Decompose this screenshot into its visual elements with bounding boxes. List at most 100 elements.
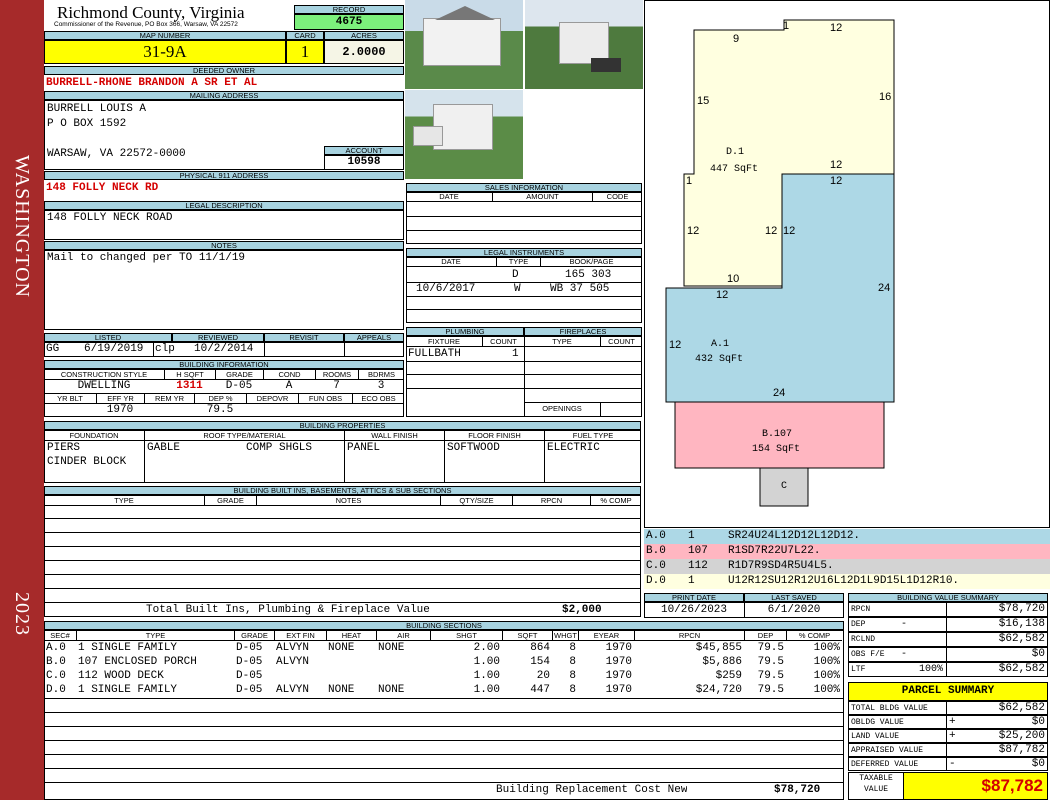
vector-cell: U12R12SU12R12U16L12D1L9D15L1D12R10. (728, 575, 960, 587)
bp-h-fuel: FUEL TYPE (544, 431, 641, 441)
sec-h: HEAT (326, 631, 376, 641)
mailing-label: MAILING ADDRESS (44, 91, 404, 100)
sec-cell: A.0 (46, 642, 66, 654)
dim: 12 (716, 289, 729, 301)
dim: 12 (830, 175, 843, 187)
vector-cell: 1 (688, 530, 695, 542)
sk-a1sq: 432 SqFt (695, 354, 744, 365)
listed-by: GG (46, 343, 60, 355)
properties-label: BUILDING PROPERTIES (44, 421, 641, 430)
bi-h-rooms: ROOMS (315, 370, 358, 380)
dim: 15 (697, 95, 710, 107)
sec-h: EYEAR (578, 631, 634, 641)
bi-sqft: 1311 (176, 380, 203, 392)
sec-cell: 1.00 (473, 684, 500, 696)
map-label: MAP NUMBER (44, 31, 286, 40)
sales-h-amount: AMOUNT (492, 192, 592, 202)
dim: 12 (687, 225, 700, 237)
parcel-summary-label: PARCEL SUMMARY (848, 682, 1048, 701)
value-summary-label: BUILDING VALUE SUMMARY (848, 593, 1048, 602)
dim: 12 (783, 225, 796, 237)
dim: 16 (879, 91, 892, 103)
vs-value: $62,582 (946, 663, 1048, 676)
appeals-label: APPEALS (344, 333, 404, 342)
commissioner: Commissioner of the Revenue, PO Box 366,… (54, 21, 238, 28)
bi-h-funobs: FUN OBS (298, 394, 352, 404)
bp-fuel: ELECTRIC (547, 442, 600, 454)
bi-h-grade: GRADE (215, 370, 263, 380)
reviewed-label: REVIEWED (172, 333, 264, 342)
legal-instr-label: LEGAL INSTRUMENTS (406, 248, 642, 257)
ps-sign: - (949, 758, 956, 770)
sec-cell: 8 (569, 656, 576, 668)
sec-h: % COMP (786, 631, 842, 641)
li-row1-book: 165 303 (565, 269, 612, 281)
li-h-type: TYPE (496, 257, 540, 267)
print-label: PRINT DATE (644, 593, 744, 602)
sec-cell: $45,855 (695, 642, 742, 654)
bi-h-remyr: REM YR (144, 394, 194, 404)
record-label: RECORD (294, 5, 404, 14)
card-number: 1 (286, 40, 324, 64)
vs-value: $0 (946, 648, 1048, 661)
vector-row: A.0 1 SR24U24L12D12L12D12. (644, 529, 1050, 544)
pl-count: 1 (512, 348, 519, 360)
builtins-box (44, 495, 641, 617)
acres-value: 2.0000 (324, 40, 404, 64)
listed-date: 6/19/2019 (84, 343, 144, 355)
vector-row: B.0 107 R1SD7R22U7L22. (644, 544, 1050, 559)
sec-h: SHGT (430, 631, 502, 641)
value-summary-row: DEP - $16,138 (848, 617, 1048, 632)
vs-value: $78,720 (946, 603, 1048, 616)
mailing-line2: P O BOX 1592 (47, 118, 127, 130)
dim: 24 (773, 387, 786, 399)
pl-h-fixture: FIXTURE (406, 337, 482, 347)
li-row2-type: W (514, 283, 521, 295)
print-date: 10/26/2023 (660, 604, 727, 616)
mailing-line3: WARSAW, VA 22572-0000 (47, 148, 186, 160)
sec-cell: 79.5 (757, 656, 784, 668)
ps-value: $87,782 (946, 744, 1048, 756)
acres-label: ACRES (324, 31, 404, 40)
sec-cell: 112 WOOD DECK (78, 670, 164, 682)
bi-h-depovr: DEPOVR (246, 394, 298, 404)
sec-cell: 1 SINGLE FAMILY (78, 642, 178, 654)
bp-foundation1: PIERS (47, 442, 81, 454)
ps-label: TOTAL BLDG VALUE (851, 704, 928, 713)
bi-h-bdrms: BDRMS (358, 370, 404, 380)
sec-cell: ALVYN (276, 684, 310, 696)
county-title: Richmond County, Virginia (57, 3, 245, 22)
house-photo-1 (405, 0, 523, 89)
fp-h-count: COUNT (600, 337, 642, 347)
vs-label: OBS F/E (851, 650, 885, 659)
vector-cell: 1 (688, 575, 695, 587)
sk-c: C (781, 481, 788, 492)
bt-h-qty: QTY/SIZE (440, 496, 512, 506)
bi-rooms: 7 (333, 380, 340, 392)
vector-cell: R1SD7R22U7L22. (728, 545, 821, 557)
dim: 12 (830, 159, 843, 171)
li-row1-type: D (512, 269, 519, 281)
vector-cell: C.0 (646, 560, 666, 572)
listed-label: LISTED (44, 333, 172, 342)
repl-label: Building Replacement Cost New (496, 784, 688, 796)
roof-icon (435, 6, 495, 20)
sec-cell: 79.5 (757, 670, 784, 682)
sales-h-date: DATE (406, 192, 492, 202)
sales-h-code: CODE (592, 192, 642, 202)
sec-cell: 107 ENCLOSED PORCH (78, 656, 197, 668)
sec-cell: 1.00 (473, 670, 500, 682)
vector-row: D.0 1 U12R12SU12R12U16L12D1L9D15L1D12R10. (644, 574, 1050, 589)
bi-style: DWELLING (77, 380, 131, 392)
bi-effyr: 1970 (106, 404, 134, 416)
value-summary-row: RPCN $78,720 (848, 602, 1048, 617)
sec-cell: 2.00 (473, 642, 500, 654)
bp-h-floor: FLOOR FINISH (444, 431, 544, 441)
bt-h-rpcn: RPCN (512, 496, 590, 506)
sec-cell: ALVYN (276, 656, 310, 668)
sec-cell: NONE (378, 642, 405, 654)
value-summary-row: OBS F/E - $0 (848, 647, 1048, 662)
house-photo-3 (405, 90, 523, 179)
sk-b107: B.107 (762, 429, 793, 440)
sec-h: WHGT (552, 631, 578, 641)
